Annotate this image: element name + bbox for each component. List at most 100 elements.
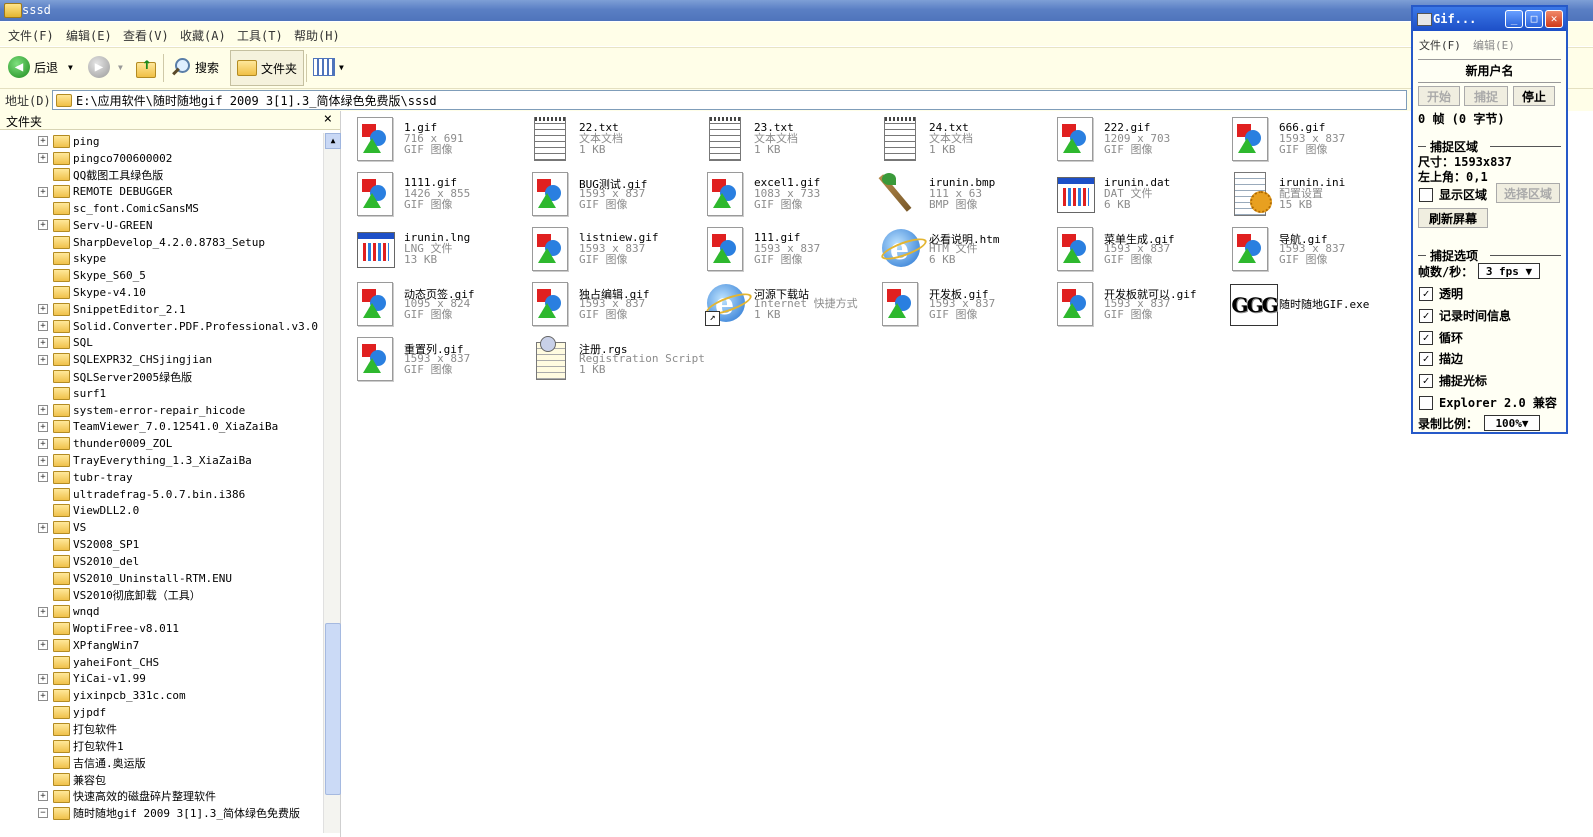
tree-item[interactable]: sc_font.ComicSansMS [0,200,322,217]
tree-item[interactable]: + thunder0009_ZOL [0,435,322,452]
tree-item[interactable]: + SnippetEditor_2.1 [0,301,322,318]
file-item[interactable]: irunin.dat DAT 文件 6 KB [1051,168,1221,218]
file-item[interactable]: e 必看说明.htm HTM 文件 6 KB [876,223,1046,273]
file-item[interactable]: 1.gif 716 x 691 GIF 图像 [351,113,521,163]
tree-item[interactable]: + YiCai-v1.99 [0,671,322,688]
capture-button[interactable]: 捕捉 [1464,86,1508,106]
tree-item[interactable]: + ping [0,133,322,150]
expander-icon[interactable]: + [38,455,48,466]
tree-item[interactable]: + 快速高效的磁盘碎片整理软件 [0,788,322,805]
expander-icon[interactable]: − [38,808,48,819]
expander-icon[interactable]: + [38,791,48,802]
file-item[interactable]: 24.txt 文本文档 1 KB [876,113,1046,163]
record-time-checkbox[interactable]: ✓ 记录时间信息 [1419,307,1511,324]
tree-item[interactable]: + yixinpcb_331c.com [0,687,322,704]
fps-select[interactable]: 3 fps ▼ [1478,263,1540,279]
tree-item[interactable]: yjpdf [0,704,322,721]
tree-item[interactable]: WoptiFree-v8.011 [0,620,322,637]
tree-item[interactable]: + Solid.Converter.PDF.Professional.v3.0 [0,318,322,335]
ratio-select[interactable]: 100%▼ [1484,415,1540,431]
tree-item[interactable]: + Serv-U-GREEN [0,217,322,234]
menu-tools[interactable]: 工具(T) [237,27,283,44]
tree-item[interactable]: 吉信通.奥运版 [0,754,322,771]
tree-item[interactable]: + pingco700600002 [0,150,322,167]
tree-item[interactable]: Skype_S60_5 [0,267,322,284]
tree-item[interactable]: ViewDLL2.0 [0,503,322,520]
address-field[interactable]: E:\应用软件\随时随地gif 2009 3[1].3_简体绿色免费版\sssd [52,90,1407,110]
explorer-compat-checkbox[interactable]: Explorer 2.0 兼容 [1419,394,1557,411]
file-item[interactable]: listniew.gif 1593 x 837 GIF 图像 [526,223,696,273]
tree-item[interactable]: + XPfangWin7 [0,637,322,654]
menu-file[interactable]: 文件(F) [8,27,54,44]
file-item[interactable]: 666.gif 1593 x 837 GIF 图像 [1226,113,1396,163]
tree-item[interactable]: VS2008_SP1 [0,536,322,553]
views-dropdown-icon[interactable]: ▼ [339,63,344,72]
file-item[interactable]: 开发板就可以.gif 1593 x 837 GIF 图像 [1051,278,1221,328]
start-button[interactable]: 开始 [1418,86,1460,106]
menu-help[interactable]: 帮助(H) [294,27,340,44]
tree-item[interactable]: + system-error-repair_hicode [0,402,322,419]
capture-cursor-checkbox[interactable]: ✓ 捕捉光标 [1419,372,1487,389]
expander-icon[interactable]: + [38,186,48,197]
tree-item[interactable]: + SQL [0,335,322,352]
tree-item[interactable]: + SQLEXPR32_CHSjingjian [0,351,322,368]
file-item[interactable]: 重置列.gif 1593 x 837 GIF 图像 [351,333,521,383]
select-region-button[interactable]: 选择区域 [1496,183,1560,203]
expander-icon[interactable]: + [38,522,48,533]
loop-checkbox[interactable]: ✓ 循环 [1419,329,1463,346]
menu-favorites[interactable]: 收藏(A) [180,27,226,44]
tree-item[interactable]: + TrayEverything_1.3_XiaZaiBa [0,452,322,469]
close-icon[interactable]: × [324,111,332,127]
tree-item[interactable]: ultradefrag-5.0.7.bin.i386 [0,486,322,503]
forward-button[interactable]: ▶ ▼ [88,52,123,82]
file-item[interactable]: e ↗ 河源下载站 Internet 快捷方式 1 KB [701,278,871,328]
tree-item[interactable]: + tubr-tray [0,469,322,486]
tree-item[interactable]: SQLServer2005绿色版 [0,368,322,385]
expander-icon[interactable]: + [38,421,48,432]
tree-item[interactable]: 打包软件 [0,721,322,738]
file-item[interactable]: 导航.gif 1593 x 837 GIF 图像 [1226,223,1396,273]
tree-item[interactable]: + wnqd [0,603,322,620]
tree-scrollbar[interactable]: ▲ [323,133,341,833]
tree-item[interactable]: − 随时随地gif 2009 3[1].3_简体绿色免费版 [0,805,322,822]
tree-item[interactable]: QQ截图工具绿色版 [0,167,322,184]
show-region-checkbox[interactable]: 显示区域 [1419,186,1487,203]
scroll-up-icon[interactable]: ▲ [325,133,341,149]
tree-item[interactable]: surf1 [0,385,322,402]
tree-item[interactable]: + TeamViewer_7.0.12541.0_XiaZaiBa [0,419,322,436]
transparent-checkbox[interactable]: ✓ 透明 [1419,285,1463,302]
expander-icon[interactable]: + [38,673,48,684]
tree-item[interactable]: SharpDevelop_4.2.0.8783_Setup [0,234,322,251]
expander-icon[interactable]: + [38,640,48,651]
file-item[interactable]: 111.gif 1593 x 837 GIF 图像 [701,223,871,273]
file-item[interactable]: irunin.bmp 111 x 63 BMP 图像 [876,168,1046,218]
file-item[interactable]: 注册.rgs Registration Script 1 KB [526,333,705,383]
expander-icon[interactable]: + [38,606,48,617]
expander-icon[interactable]: + [38,153,48,164]
stop-button[interactable]: 停止 [1513,86,1555,106]
file-item[interactable]: 222.gif 1209 x 703 GIF 图像 [1051,113,1221,163]
gif-menu-file[interactable]: 文件(F) [1419,37,1461,53]
file-item[interactable]: excel1.gif 1083 x 733 GIF 图像 [701,168,871,218]
back-button[interactable]: ◀ 后退 ▼ [8,52,73,82]
file-item[interactable]: irunin.lng LNG 文件 13 KB [351,223,521,273]
expander-icon[interactable]: + [38,690,48,701]
file-item[interactable]: irunin.ini 配置设置 15 KB [1226,168,1396,218]
file-item[interactable]: 独占编辑.gif 1593 x 837 GIF 图像 [526,278,696,328]
expander-icon[interactable]: + [38,321,48,332]
scroll-thumb[interactable] [325,623,341,795]
tree-item[interactable]: VS2010_del [0,553,322,570]
border-checkbox[interactable]: ✓ 描边 [1419,350,1463,367]
folders-button[interactable]: 文件夹 [230,50,305,86]
refresh-screen-button[interactable]: 刷新屏幕 [1418,208,1488,228]
expander-icon[interactable]: + [38,304,48,315]
user-name-field[interactable]: 新用户名 [1418,59,1561,83]
expander-icon[interactable]: + [38,438,48,449]
views-button[interactable]: ▼ [313,52,344,82]
tree-item[interactable]: VS2010彻底卸载（工具） [0,587,322,604]
file-item[interactable]: 23.txt 文本文档 1 KB [701,113,871,163]
expander-icon[interactable]: + [38,136,48,147]
file-item[interactable]: BUG测试.gif 1593 x 837 GIF 图像 [526,168,696,218]
expander-icon[interactable]: + [38,405,48,416]
menu-view[interactable]: 查看(V) [123,27,169,44]
